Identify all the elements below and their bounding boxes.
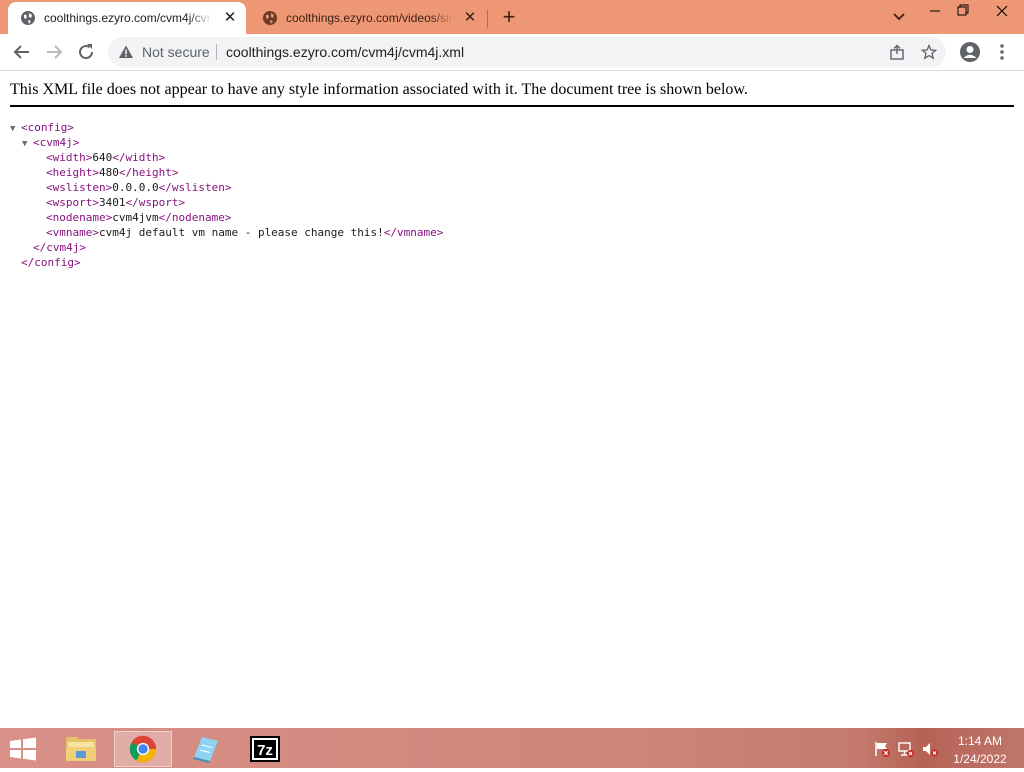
file-explorer-icon: [66, 737, 96, 761]
network-icon[interactable]: [897, 740, 915, 758]
windows-start-icon[interactable]: [8, 737, 38, 761]
windows-taskbar: 7z: [0, 728, 1024, 768]
xml-node-cvm4j[interactable]: ▼ <cvm4j>: [22, 135, 79, 150]
tab-strip: coolthings.ezyro.com/cvm4j/cvm4j.xml ✕ c…: [0, 0, 1024, 34]
xml-value: cvm4j default vm name - please change th…: [99, 226, 384, 239]
xml-node-cvm4j-close: </cvm4j>: [33, 240, 86, 255]
reload-icon[interactable]: [74, 40, 98, 64]
tab-inactive[interactable]: coolthings.ezyro.com/videos/simple ✕: [250, 2, 486, 34]
restore-button[interactable]: [947, 0, 979, 22]
volume-muted-icon[interactable]: [921, 740, 939, 758]
xml-node-config[interactable]: ▼ <config>: [10, 120, 74, 135]
profile-avatar-icon[interactable]: [958, 40, 982, 64]
xml-tag-name: width: [125, 151, 159, 164]
xml-element-vmname: <vmname>cvm4j default vm name - please c…: [46, 226, 444, 239]
more-menu-icon[interactable]: [990, 40, 1014, 64]
action-center-flag-icon[interactable]: [873, 740, 891, 758]
tab-close-icon[interactable]: ✕: [462, 10, 478, 26]
xml-tag-close: </cvm4j>: [33, 241, 86, 254]
forward-arrow-icon[interactable]: [42, 40, 66, 64]
xml-tag-open: <cvm4j>: [33, 136, 80, 149]
xml-value: cvm4jvm: [112, 211, 159, 224]
xml-tag-name: width: [52, 151, 86, 164]
tab-search-chevron-icon[interactable]: [890, 8, 908, 26]
xml-tag-name: vmname: [52, 226, 93, 239]
notepad-icon: [193, 737, 218, 763]
collapse-triangle-icon[interactable]: ▼: [10, 122, 21, 137]
clock-date: 1/24/2022: [953, 752, 1007, 766]
url-text[interactable]: coolthings.ezyro.com/cvm4j/cvm4j.xml: [226, 44, 464, 60]
svg-text:7z: 7z: [257, 742, 273, 759]
xml-tag-name: height: [132, 166, 172, 179]
xml-tag-name: wsport: [138, 196, 179, 209]
tab-title: coolthings.ezyro.com/videos/simple: [286, 11, 454, 25]
taskbar-file-explorer[interactable]: [52, 731, 110, 767]
tab-title: coolthings.ezyro.com/cvm4j/cvm4j.xml: [44, 11, 212, 25]
7zip-icon: 7z: [250, 736, 280, 762]
xml-value: 3401: [99, 196, 126, 209]
browser-toolbar: Not secure coolthings.ezyro.com/cvm4j/cv…: [0, 34, 1024, 71]
bookmark-star-icon[interactable]: [921, 44, 937, 60]
xml-element-width: <width>640</width>: [46, 151, 166, 164]
omnibox-divider: [216, 44, 217, 60]
back-arrow-icon[interactable]: [10, 40, 34, 64]
system-clock[interactable]: 1:14 AM 1/24/2022: [944, 733, 1016, 767]
xml-value: 480: [99, 166, 119, 179]
chrome-icon: [129, 735, 157, 763]
xml-node-config-close: </config>: [21, 255, 81, 270]
globe-icon: [263, 11, 277, 25]
xml-tag-open: <config>: [21, 121, 74, 134]
collapse-triangle-icon[interactable]: ▼: [22, 137, 33, 152]
xml-tag-name: nodename: [171, 211, 225, 224]
tab-separator: [487, 10, 488, 28]
xml-tag-name: nodename: [52, 211, 106, 224]
xml-tag-name: height: [52, 166, 93, 179]
window-close-button[interactable]: [980, 0, 1024, 22]
xml-tag-name: wslisten: [171, 181, 225, 194]
taskbar-chrome[interactable]: [114, 731, 172, 767]
xml-tag-name: vmname: [397, 226, 437, 239]
warning-triangle-icon[interactable]: [118, 44, 134, 60]
xml-tag-close: </config>: [21, 256, 81, 269]
share-icon[interactable]: [889, 44, 905, 60]
taskbar-7zip[interactable]: 7z: [236, 731, 294, 767]
clock-time: 1:14 AM: [957, 734, 1003, 748]
xml-element-nodename: <nodename>cvm4jvm</nodename>: [46, 211, 232, 224]
security-status-label[interactable]: Not secure: [142, 44, 210, 60]
xml-element-wsport: <wsport>3401</wsport>: [46, 196, 186, 209]
tab-active[interactable]: coolthings.ezyro.com/cvm4j/cvm4j.xml ✕: [8, 2, 246, 34]
xml-style-notice: This XML file does not appear to have an…: [10, 80, 1014, 107]
taskbar-notepad[interactable]: [176, 731, 234, 767]
xml-value: 640: [92, 151, 113, 164]
new-tab-button[interactable]: +: [498, 6, 520, 28]
xml-element-height: <height>480</height>: [46, 166, 179, 179]
address-bar[interactable]: Not secure coolthings.ezyro.com/cvm4j/cv…: [108, 37, 946, 67]
tab-close-icon[interactable]: ✕: [222, 10, 238, 26]
globe-icon: [21, 11, 35, 25]
xml-tag-name: wsport: [52, 196, 93, 209]
xml-tag-name: wslisten: [52, 181, 106, 194]
xml-element-wslisten: <wslisten>0.0.0.0</wslisten>: [46, 181, 232, 194]
xml-value: 0.0.0.0: [112, 181, 159, 194]
